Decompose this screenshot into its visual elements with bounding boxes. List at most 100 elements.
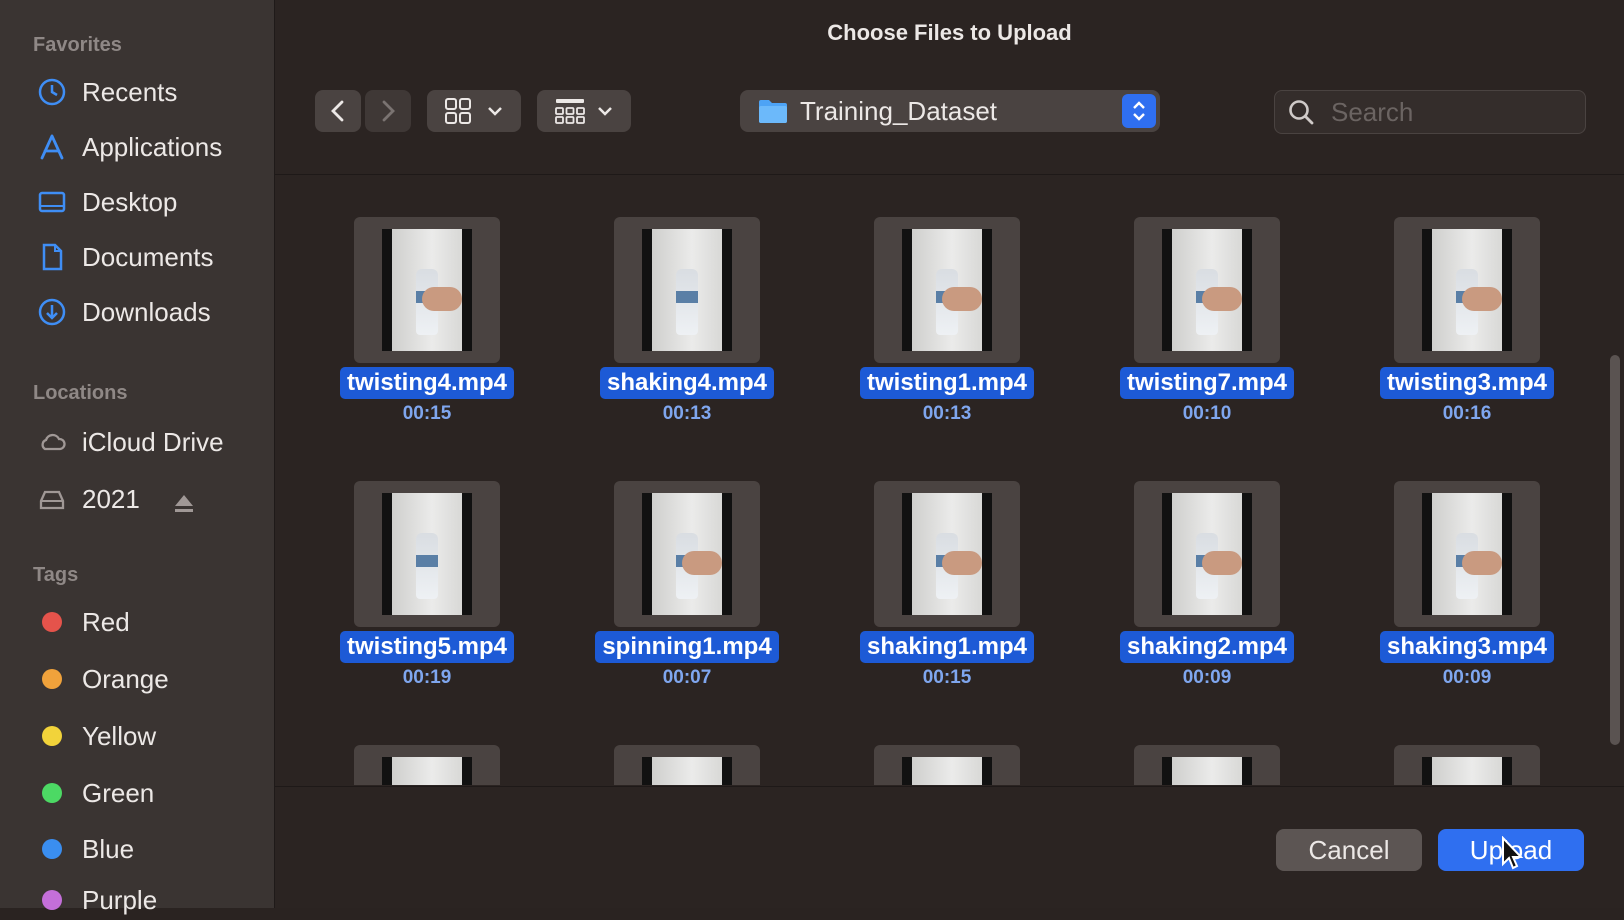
cloud-icon — [36, 426, 68, 458]
file-item[interactable]: spinning1.mp4 00:07 — [587, 439, 787, 688]
file-item[interactable] — [327, 703, 527, 785]
forward-button[interactable] — [365, 90, 411, 132]
dialog-title: Choose Files to Upload — [827, 20, 1072, 45]
chevron-left-icon — [331, 100, 344, 122]
file-duration: 00:13 — [662, 403, 712, 424]
video-thumbnail — [874, 217, 1020, 363]
file-item[interactable] — [1107, 703, 1307, 785]
file-item[interactable] — [587, 703, 787, 785]
tag-yellow[interactable]: Yellow — [36, 716, 236, 756]
sidebar-item-label: Recents — [82, 76, 178, 107]
tag-label: Red — [82, 606, 130, 637]
file-duration: 00:15 — [402, 403, 452, 424]
file-item[interactable]: shaking2.mp4 00:09 — [1107, 439, 1307, 688]
sidebar: Favorites Recents Applications Desktop D… — [0, 0, 275, 915]
back-button[interactable] — [315, 90, 361, 132]
download-icon — [36, 296, 68, 328]
tag-color-dot — [42, 890, 62, 910]
location-popup[interactable]: Training_Dataset — [740, 90, 1160, 132]
chevron-down-icon — [488, 107, 502, 116]
video-thumbnail — [614, 745, 760, 785]
file-duration: 00:09 — [1442, 667, 1492, 688]
search-input[interactable] — [1329, 95, 1563, 129]
group-icon — [555, 99, 585, 124]
tag-label: Purple — [82, 884, 158, 915]
sidebar-item-label: Applications — [82, 131, 223, 162]
clock-icon — [36, 76, 68, 108]
file-name: twisting4.mp4 — [339, 367, 515, 399]
tag-green[interactable]: Green — [36, 773, 236, 813]
sidebar-item-label: Documents — [82, 241, 214, 272]
chevron-down-icon — [598, 107, 612, 116]
cancel-button[interactable]: Cancel — [1276, 829, 1422, 871]
file-name: shaking1.mp4 — [859, 631, 1035, 663]
current-folder-label: Training_Dataset — [800, 95, 998, 126]
sidebar-item-documents[interactable]: Documents — [36, 237, 236, 277]
search-field[interactable] — [1274, 90, 1586, 134]
file-name: twisting3.mp4 — [1379, 367, 1555, 399]
sidebar-item-2021[interactable]: 2021 — [36, 479, 236, 519]
file-name: spinning1.mp4 — [595, 631, 779, 663]
tag-label: Blue — [82, 833, 135, 864]
tag-color-dot — [42, 669, 62, 689]
file-name: shaking3.mp4 — [1379, 631, 1555, 663]
divider — [275, 786, 1624, 787]
file-item[interactable]: shaking1.mp4 00:15 — [847, 439, 1047, 688]
file-item[interactable]: twisting7.mp4 00:10 — [1107, 175, 1307, 424]
file-item[interactable] — [847, 703, 1047, 785]
sidebar-item-label: Downloads — [82, 296, 211, 327]
sidebar-item-desktop[interactable]: Desktop — [36, 182, 236, 222]
tag-purple[interactable]: Purple — [36, 880, 236, 920]
file-name: twisting7.mp4 — [1119, 367, 1295, 399]
favorites-header: Favorites — [33, 34, 122, 56]
file-item[interactable]: shaking4.mp4 00:13 — [587, 175, 787, 424]
locations-header: Locations — [33, 382, 128, 404]
tag-color-dot — [42, 612, 62, 632]
tag-orange[interactable]: Orange — [36, 659, 236, 699]
scrollbar[interactable] — [1610, 355, 1620, 745]
tags-header: Tags — [33, 564, 79, 586]
video-thumbnail — [354, 745, 500, 785]
sidebar-item-downloads[interactable]: Downloads — [36, 292, 236, 332]
sidebar-item-label: Desktop — [82, 186, 178, 217]
video-thumbnail — [874, 745, 1020, 785]
sidebar-item-label: iCloud Drive — [82, 426, 224, 457]
file-name: shaking4.mp4 — [599, 367, 775, 399]
video-thumbnail — [354, 217, 500, 363]
file-item[interactable]: twisting5.mp4 00:19 — [327, 439, 527, 688]
file-item[interactable]: twisting3.mp4 00:16 — [1367, 175, 1567, 424]
file-item[interactable] — [1367, 703, 1567, 785]
file-name: shaking2.mp4 — [1119, 631, 1295, 663]
video-thumbnail — [1134, 217, 1280, 363]
file-duration: 00:19 — [402, 667, 452, 688]
tag-color-dot — [42, 783, 62, 803]
sidebar-item-applications[interactable]: Applications — [36, 127, 236, 167]
file-duration: 00:15 — [922, 667, 972, 688]
file-item[interactable]: shaking3.mp4 00:09 — [1367, 439, 1567, 688]
file-item[interactable]: twisting4.mp4 00:15 — [327, 175, 527, 424]
video-thumbnail — [614, 217, 760, 363]
video-thumbnail — [1394, 481, 1540, 627]
video-thumbnail — [1394, 745, 1540, 785]
file-browser: Choose Files to Upload Training_Dataset … — [275, 0, 1624, 908]
file-duration: 00:13 — [922, 403, 972, 424]
sidebar-item-icloud-drive[interactable]: iCloud Drive — [36, 422, 236, 462]
grid-view-icon — [445, 98, 471, 124]
video-thumbnail — [1134, 745, 1280, 785]
tag-red[interactable]: Red — [36, 602, 236, 642]
file-grid: twisting4.mp4 00:15 shaking4.mp4 00:13 t… — [275, 175, 1624, 785]
file-item[interactable]: twisting1.mp4 00:13 — [847, 175, 1047, 424]
tag-blue[interactable]: Blue — [36, 829, 236, 869]
file-duration: 00:09 — [1182, 667, 1232, 688]
applications-icon — [36, 131, 68, 163]
sidebar-item-recents[interactable]: Recents — [36, 72, 236, 112]
sidebar-item-label: 2021 — [82, 483, 140, 514]
video-thumbnail — [874, 481, 1020, 627]
file-duration: 00:07 — [662, 667, 712, 688]
desktop-icon — [36, 186, 68, 218]
file-duration: 00:16 — [1442, 403, 1492, 424]
tag-label: Yellow — [82, 720, 157, 751]
group-by-button[interactable] — [537, 90, 631, 132]
view-mode-button[interactable] — [427, 90, 521, 132]
eject-icon[interactable] — [172, 491, 196, 515]
